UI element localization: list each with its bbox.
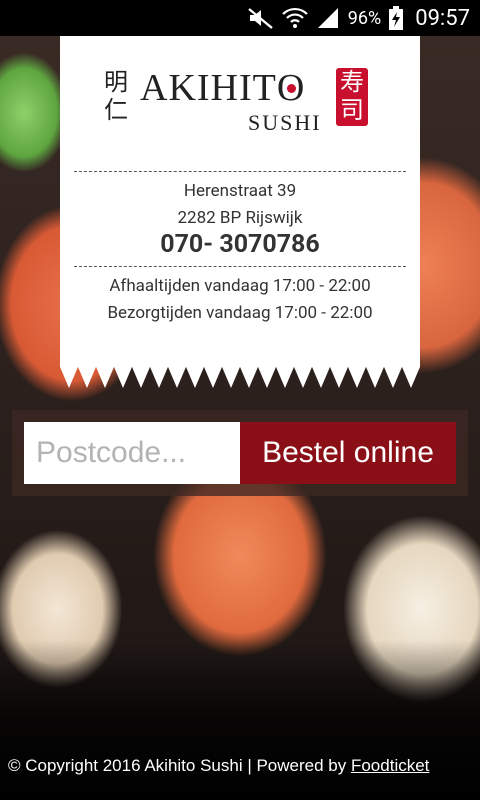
battery-percent: 96% (347, 7, 382, 29)
copyright-text: © Copyright 2016 Akihito Sushi | Powered… (8, 756, 351, 775)
order-online-button[interactable]: Bestel online (240, 422, 456, 484)
logo-kanji: 明仁 (104, 68, 128, 124)
order-bar: Bestel online (12, 410, 468, 496)
mute-icon (248, 6, 274, 30)
address-postal-city: 2282 BP Rijswijk (177, 208, 303, 228)
restaurant-info-card: 明仁 AKIHITO SUSHI 寿司 Herenstraat 39 2282 … (60, 36, 420, 388)
logo-stamp: 寿司 (336, 68, 368, 126)
status-bar: 96% 09:57 (0, 0, 480, 36)
foodticket-link[interactable]: Foodticket (351, 756, 429, 775)
pickup-hours: Afhaaltijden vandaag 17:00 - 22:00 (109, 276, 371, 296)
battery-charging-icon (389, 6, 404, 30)
logo-brand-name: AKIHITO (140, 67, 306, 109)
signal-icon (316, 6, 340, 30)
restaurant-logo: 明仁 AKIHITO SUSHI 寿司 (60, 62, 420, 135)
address-street: Herenstraat 39 (183, 181, 297, 201)
divider (74, 266, 406, 267)
postcode-input[interactable] (24, 422, 240, 484)
logo-dot-o: O (276, 67, 306, 109)
divider (74, 171, 406, 172)
footer: © Copyright 2016 Akihito Sushi | Powered… (0, 756, 480, 780)
delivery-hours: Bezorgtijden vandaag 17:00 - 22:00 (107, 303, 373, 323)
clock: 09:57 (415, 5, 470, 31)
logo-brand-sub: SUSHI (248, 110, 322, 135)
wifi-icon (282, 6, 308, 30)
phone-number[interactable]: 070- 3070786 (60, 230, 420, 259)
